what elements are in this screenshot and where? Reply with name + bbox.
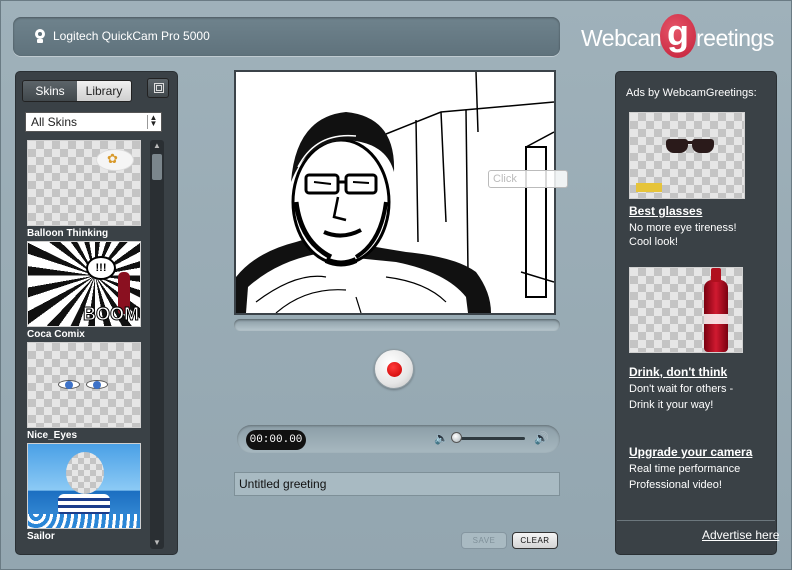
ad-link[interactable]: Best glasses	[629, 204, 702, 218]
panel-tabs: Skins Library	[22, 80, 132, 102]
thought-balloon-icon	[96, 149, 134, 171]
record-icon	[387, 362, 402, 377]
camera-name: Logitech QuickCam Pro 5000	[53, 29, 210, 43]
skin-name: Coca Comix	[27, 329, 85, 340]
ads-divider	[617, 520, 775, 521]
app-window: Logitech QuickCam Pro 5000 Webcam g reet…	[0, 0, 792, 570]
sunglasses-lens	[692, 139, 714, 153]
skin-item[interactable]: Sailor	[25, 443, 153, 544]
sailor-body-graphic	[58, 494, 110, 516]
ad-text-line: Real time performance	[629, 463, 741, 475]
video-tooltip: Click	[488, 170, 568, 188]
wave-graphic	[28, 514, 140, 528]
ad-text-line: Professional video!	[629, 479, 722, 491]
skin-name: Nice_Eyes	[27, 430, 78, 441]
skin-item[interactable]: Balloon Thinking	[25, 140, 153, 241]
skins-filter-value: All Skins	[31, 115, 78, 129]
ad-text-line: Drink it your way!	[629, 399, 714, 411]
recording-progress-track	[234, 319, 560, 331]
webcam-preview[interactable]: Click	[234, 70, 568, 315]
skin-thumbnail[interactable]: !!! BOOM	[27, 241, 141, 327]
volume-slider-track[interactable]	[453, 437, 525, 440]
tab-library[interactable]: Library	[77, 81, 131, 101]
ad-link[interactable]: Upgrade your camera	[629, 445, 752, 459]
bottle-label-graphic	[704, 314, 728, 324]
skin-name: Balloon Thinking	[27, 228, 109, 239]
panel-toggle-button[interactable]	[147, 78, 169, 98]
advertise-link[interactable]: Advertise here	[702, 528, 779, 542]
scroll-down-icon[interactable]: ▼	[150, 537, 164, 549]
camera-selector-bar[interactable]: Logitech QuickCam Pro 5000	[13, 17, 560, 56]
greeting-title-input[interactable]: Untitled greeting	[234, 472, 560, 496]
logo-text-reetings: reetings	[696, 25, 774, 51]
sunglasses-icon	[666, 139, 688, 153]
skin-name: Sailor	[27, 531, 55, 542]
skins-filter-select[interactable]: All Skins ▲ ▼	[25, 112, 162, 132]
ads-header: Ads by WebcamGreetings:	[626, 87, 757, 99]
ad-thumbnail[interactable]	[629, 267, 743, 353]
ad-link[interactable]: Drink, don't think	[629, 365, 727, 379]
scroll-up-icon[interactable]: ▲	[150, 140, 164, 152]
skin-thumbnail[interactable]	[27, 443, 141, 529]
volume-low-icon: 🔈	[434, 431, 449, 445]
ad-text-line: No more eye tireness!	[629, 222, 737, 234]
eye-graphic	[58, 380, 80, 389]
skin-item[interactable]: !!! BOOM Coca Comix	[25, 241, 153, 342]
logo-g-badge: g	[660, 14, 696, 58]
skin-list: Balloon Thinking !!! BOOM Coca Comix Nic…	[25, 140, 153, 550]
ad-thumbnail[interactable]	[629, 112, 745, 199]
face-cutout	[66, 452, 104, 494]
webcamgreetings-logo: Webcam g reetings	[579, 14, 779, 58]
updown-arrows-icon: ▲ ▼	[147, 114, 159, 129]
save-button[interactable]: SAVE	[461, 532, 507, 549]
tab-skins[interactable]: Skins	[23, 81, 77, 101]
webcam-icon	[35, 29, 45, 43]
skin-thumbnail[interactable]	[27, 140, 141, 226]
skin-item[interactable]: Nice_Eyes	[25, 342, 153, 443]
webcam-frame-image	[236, 72, 554, 313]
ads-panel: Ads by WebcamGreetings: Best glasses No …	[615, 71, 777, 555]
volume-high-icon: 🔊	[534, 431, 549, 445]
comic-bubble: !!!	[86, 256, 116, 280]
window-icon	[154, 83, 164, 93]
eye-graphic	[86, 380, 108, 389]
clear-button[interactable]: CLEAR	[512, 532, 558, 549]
scroll-thumb[interactable]	[152, 154, 162, 180]
timecode-display: 00:00.00	[246, 430, 306, 450]
logo-text-webcam: Webcam	[581, 25, 669, 51]
record-button[interactable]	[374, 349, 414, 389]
ad-text-line: Cool look!	[629, 236, 678, 248]
skin-thumbnail[interactable]	[27, 342, 141, 428]
skins-panel: Skins Library All Skins ▲▼ Balloon Think…	[15, 71, 178, 555]
ad-text-line: Don't wait for others -	[629, 383, 734, 395]
comic-boom-text: BOOM	[83, 304, 140, 325]
skin-list-scrollbar[interactable]: ▲ ▼	[150, 140, 164, 549]
price-tag-graphic	[636, 183, 662, 192]
